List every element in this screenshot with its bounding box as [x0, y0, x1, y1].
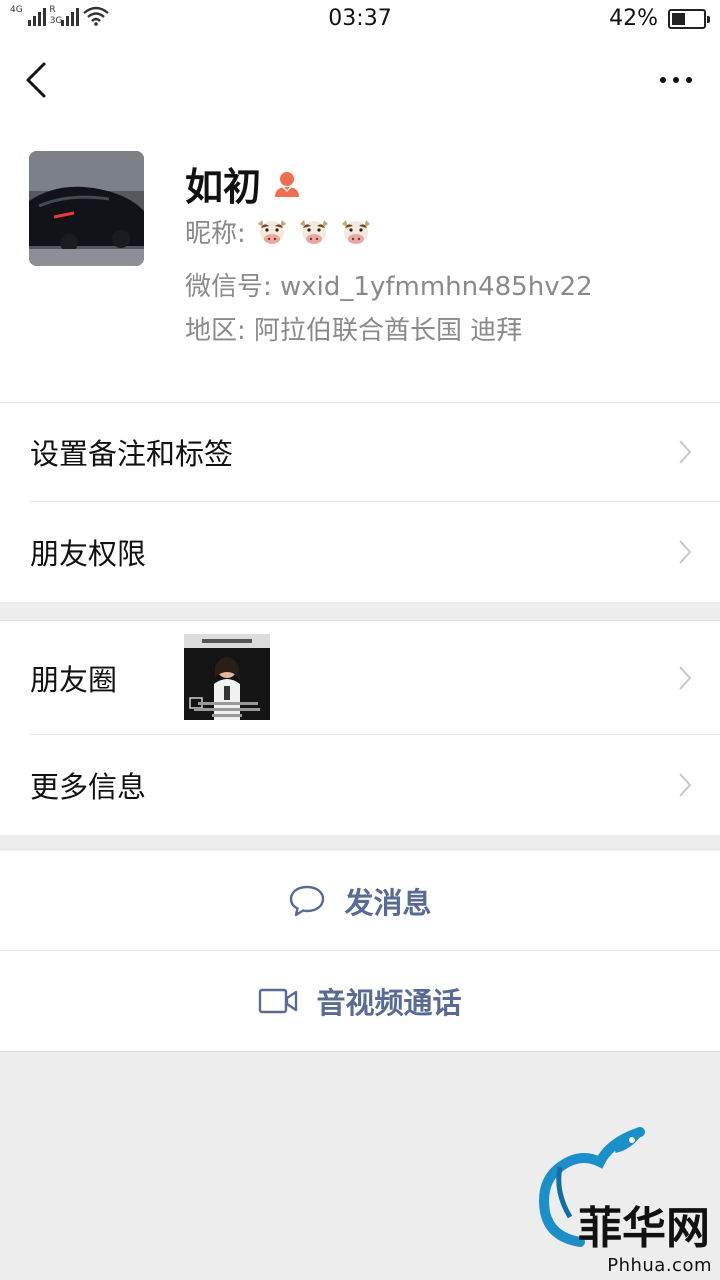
nickname-row: 昵称: [185, 213, 374, 250]
set-remark-tags-row[interactable]: 设置备注和标签 [0, 402, 720, 502]
video-camera-icon [259, 988, 298, 1014]
chevron-left-icon [26, 62, 46, 98]
nav-bar [0, 40, 720, 120]
battery-status: 42% [609, 6, 710, 31]
chevron-right-icon [679, 773, 692, 797]
site-watermark: 菲华网 Phhua.com [490, 1127, 720, 1280]
back-button[interactable] [16, 58, 56, 102]
cow-face-emoji-icon [299, 219, 328, 244]
region: 地区: 阿拉伯联合酋长国 迪拜 [185, 316, 523, 346]
chevron-right-icon [679, 540, 692, 564]
more-dots-icon [660, 77, 666, 83]
moments-group: 朋友圈 更多信息 [0, 620, 720, 835]
avatar[interactable] [29, 151, 144, 266]
settings-group: 设置备注和标签 朋友权限 [0, 402, 720, 602]
chevron-right-icon [679, 665, 692, 690]
video-call-label: 音视频通话 [316, 986, 462, 1020]
cow-face-emoji-icon [257, 219, 286, 244]
cow-face-emoji-icon [341, 219, 370, 244]
send-message-button[interactable]: 发消息 [0, 851, 720, 951]
friend-permissions-label: 朋友权限 [30, 537, 147, 571]
send-message-label: 发消息 [344, 886, 432, 920]
status-bar: 4G 3G R 03:37 42% [0, 0, 720, 40]
chevron-right-icon [679, 440, 692, 464]
moments-row[interactable]: 朋友圈 [0, 620, 720, 735]
battery-percent: 42% [609, 6, 658, 31]
moments-thumbnail[interactable] [184, 634, 270, 720]
more-info-row[interactable]: 更多信息 [0, 735, 720, 835]
name-row: 如初 [185, 156, 301, 211]
avatar-car-image [29, 151, 144, 266]
nickname-label: 昵称: [185, 219, 246, 249]
more-button[interactable] [656, 68, 696, 92]
profile-card: 如初 昵称: 微信号: wxid_1yfmmhn485hv22 地区: 阿拉伯联… [0, 120, 720, 402]
nickname-emojis [254, 214, 374, 250]
set-remark-tags-label: 设置备注和标签 [30, 437, 234, 471]
moments-label: 朋友圈 [30, 662, 118, 697]
chat-bubble-icon [290, 885, 325, 917]
moments-video-thumbnail-image [184, 634, 270, 720]
female-user-icon [275, 171, 300, 197]
divider [0, 1051, 720, 1052]
friend-permissions-row[interactable]: 朋友权限 [0, 502, 720, 602]
more-info-label: 更多信息 [30, 770, 147, 804]
contact-name: 如初 [185, 165, 262, 209]
wechat-id: 微信号: wxid_1yfmmhn485hv22 [185, 272, 593, 302]
video-call-button[interactable]: 音视频通话 [0, 951, 720, 1051]
battery-icon [668, 8, 710, 29]
watermark-site: Phhua.com [607, 1255, 712, 1276]
watermark-brand: 菲华网 [578, 1203, 710, 1254]
